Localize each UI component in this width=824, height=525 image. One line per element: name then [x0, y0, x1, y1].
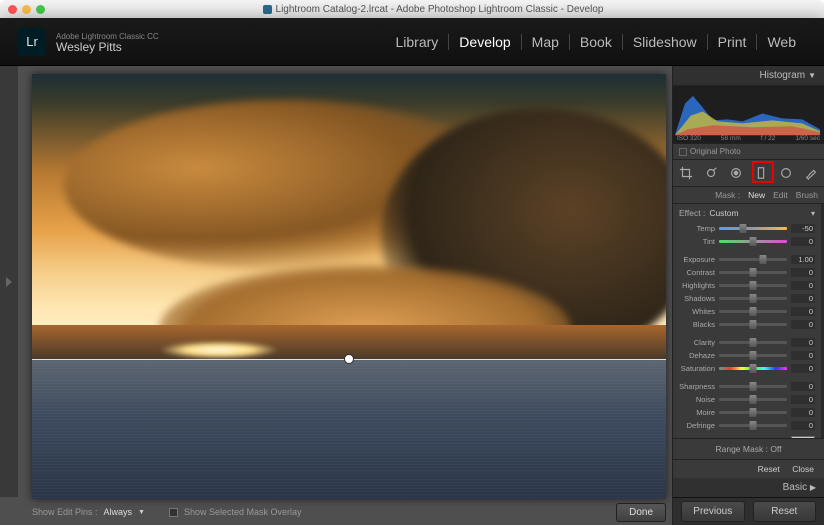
- histo-aperture: f / 22: [761, 135, 775, 142]
- mask-brush[interactable]: Brush: [796, 190, 818, 200]
- gradient-pin[interactable]: [344, 354, 354, 364]
- show-pins-value[interactable]: Always: [104, 507, 133, 517]
- slider-dehaze[interactable]: Dehaze0: [679, 349, 815, 362]
- histo-focal: 58 mm: [721, 135, 741, 142]
- photo-viewport[interactable]: [32, 74, 666, 499]
- reset-close-row: Reset Close: [673, 460, 824, 478]
- close-window-icon[interactable]: [8, 5, 17, 14]
- slider-shadows[interactable]: Shadows0: [679, 292, 815, 305]
- brush-tool-icon[interactable]: [804, 166, 818, 180]
- prev-reset-bar: Previous Reset: [673, 497, 824, 525]
- slider-noise[interactable]: Noise0: [679, 393, 815, 406]
- left-panel-expand[interactable]: [0, 66, 18, 497]
- overlay-checkbox[interactable]: [169, 508, 178, 517]
- mask-new[interactable]: New: [748, 190, 765, 200]
- slider-temp[interactable]: Temp-50: [679, 222, 815, 235]
- module-develop[interactable]: Develop: [449, 34, 521, 50]
- slider-sharpness[interactable]: Sharpness0: [679, 380, 815, 393]
- mac-titlebar: Lightroom Catalog-2.lrcat - Adobe Photos…: [0, 0, 824, 18]
- module-map[interactable]: Map: [522, 34, 570, 50]
- photo: [32, 74, 666, 499]
- mask-edit[interactable]: Edit: [773, 190, 788, 200]
- slider-moire[interactable]: Moire0: [679, 406, 815, 419]
- module-print[interactable]: Print: [708, 34, 758, 50]
- panel-close[interactable]: Close: [792, 464, 814, 474]
- zoom-window-icon[interactable]: [36, 5, 45, 14]
- effect-preset[interactable]: Custom: [709, 208, 807, 218]
- top-bar: Lr Adobe Lightroom Classic CC Wesley Pit…: [0, 18, 824, 66]
- crop-tool-icon[interactable]: [679, 166, 693, 180]
- slider-blacks[interactable]: Blacks0: [679, 318, 815, 331]
- slider-clarity[interactable]: Clarity0: [679, 336, 815, 349]
- slider-tint[interactable]: Tint0: [679, 235, 815, 248]
- module-picker: LibraryDevelopMapBookSlideshowPrintWeb: [386, 34, 807, 50]
- slider-saturation[interactable]: Saturation0: [679, 362, 815, 375]
- app-doc-icon: [263, 5, 272, 14]
- spot-tool-icon[interactable]: [704, 166, 718, 180]
- original-photo-toggle[interactable]: Original Photo: [673, 144, 824, 160]
- local-tools-row: [673, 160, 824, 187]
- effect-sliders: Effect : Custom ▾ Temp-50Tint0Exposure1.…: [673, 204, 824, 438]
- identity-plate[interactable]: Adobe Lightroom Classic CC Wesley Pitts: [56, 32, 159, 52]
- panel-reset[interactable]: Reset: [758, 464, 780, 474]
- module-book[interactable]: Book: [570, 34, 623, 50]
- histogram[interactable]: ISO 320 58 mm f / 22 1/60 sec: [673, 86, 824, 144]
- lr-logo: Lr: [18, 28, 46, 56]
- user-name: Wesley Pitts: [56, 42, 159, 52]
- show-pins-label: Show Edit Pins :: [32, 507, 98, 517]
- module-library[interactable]: Library: [386, 34, 450, 50]
- highlight-annotation: [752, 161, 774, 183]
- done-button[interactable]: Done: [616, 503, 666, 522]
- lightroom-app: Lr Adobe Lightroom Classic CC Wesley Pit…: [0, 18, 824, 525]
- effect-label: Effect :: [679, 208, 705, 218]
- basic-panel-header[interactable]: Basic ▶: [673, 478, 824, 497]
- previous-button[interactable]: Previous: [681, 501, 745, 522]
- slider-whites[interactable]: Whites0: [679, 305, 815, 318]
- slider-highlights[interactable]: Highlights0: [679, 279, 815, 292]
- canvas-area: Show Edit Pins : Always ▼ Show Selected …: [0, 66, 672, 525]
- toolbar-bottom: Show Edit Pins : Always ▼ Show Selected …: [32, 499, 666, 521]
- range-mask-row[interactable]: Range Mask : Off: [673, 438, 824, 460]
- module-slideshow[interactable]: Slideshow: [623, 34, 708, 50]
- module-web[interactable]: Web: [757, 34, 806, 50]
- window-title: Lightroom Catalog-2.lrcat - Adobe Photos…: [50, 4, 816, 15]
- slider-defringe[interactable]: Defringe0: [679, 419, 815, 432]
- overlay-label: Show Selected Mask Overlay: [184, 507, 302, 517]
- slider-exposure[interactable]: Exposure1.00: [679, 253, 815, 266]
- histogram-header[interactable]: Histogram▼: [673, 66, 824, 86]
- redeye-tool-icon[interactable]: [729, 166, 743, 180]
- slider-contrast[interactable]: Contrast0: [679, 266, 815, 279]
- mask-mode-row: Mask : New Edit Brush: [673, 187, 824, 204]
- histo-iso: ISO 320: [677, 135, 701, 142]
- reset-button[interactable]: Reset: [753, 501, 817, 522]
- right-panel: Histogram▼ ISO 320 58 mm f / 22 1/60 sec…: [672, 66, 824, 525]
- radial-filter-icon[interactable]: [779, 166, 793, 180]
- minimize-window-icon[interactable]: [22, 5, 31, 14]
- histo-shutter: 1/60 sec: [795, 135, 820, 142]
